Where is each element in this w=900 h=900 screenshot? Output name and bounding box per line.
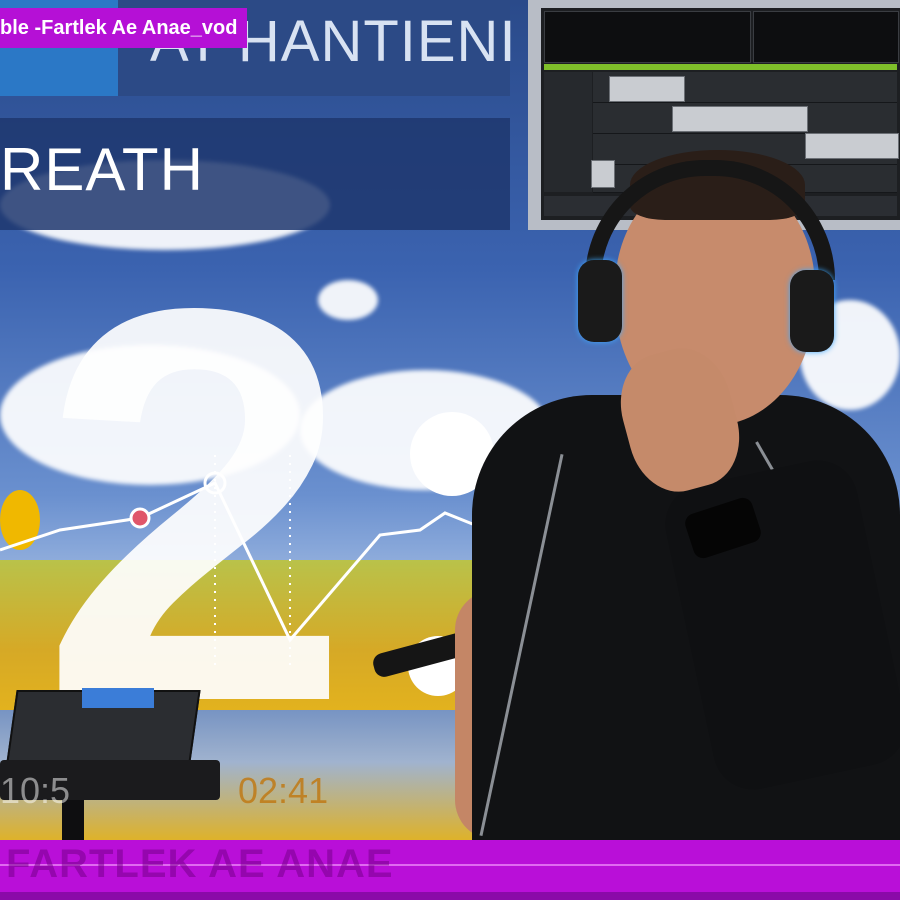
daw-track-headers xyxy=(544,72,592,192)
daw-clip xyxy=(609,76,685,102)
tablet-screen xyxy=(82,688,154,708)
headphone-right-cup xyxy=(790,270,834,352)
daw-timeline-ruler xyxy=(544,64,897,70)
daw-inspector-pane xyxy=(753,11,899,63)
interval-timer: 02:41 xyxy=(238,770,329,811)
stream-title: ble -Fartlek Ae Anae_vod xyxy=(0,8,248,48)
daw-clip xyxy=(805,133,899,159)
elapsed-time: 10:5 xyxy=(0,770,71,811)
headphone-left-cup xyxy=(578,260,622,342)
bottom-ticker-text: FARTLEK AE ANAE xyxy=(6,842,394,886)
daw-clip xyxy=(591,160,615,188)
daw-clip xyxy=(672,106,808,132)
daw-browser-pane xyxy=(544,11,751,63)
ticker-footer xyxy=(0,892,900,900)
